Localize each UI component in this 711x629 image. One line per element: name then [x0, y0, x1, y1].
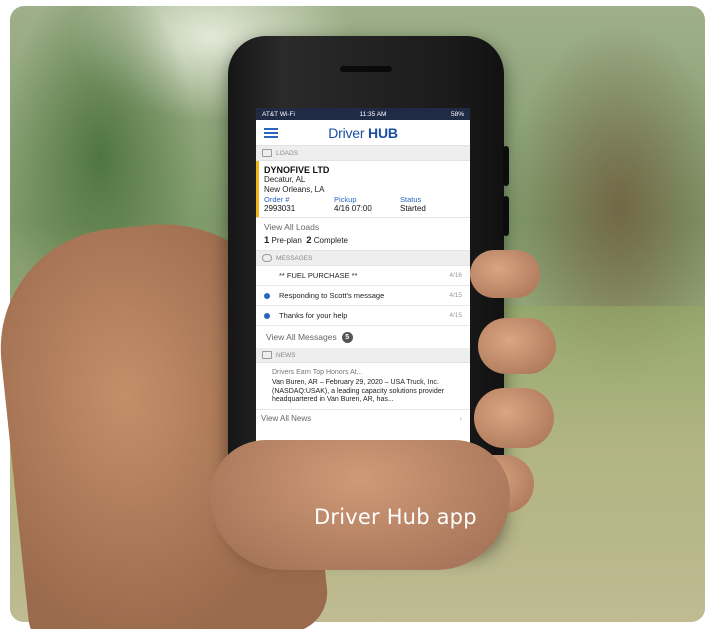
- view-all-news-link[interactable]: View All News: [261, 414, 311, 423]
- logo-text-bold: HUB: [368, 124, 398, 141]
- finger: [474, 388, 554, 448]
- order-label: Order #: [264, 195, 290, 204]
- phone-side-button: [503, 146, 509, 186]
- loads-summary: View All Loads 1 Pre-plan 2 Complete: [256, 218, 470, 251]
- complete-label: Complete: [313, 236, 349, 245]
- unread-dot-icon: [264, 273, 270, 279]
- hamburger-menu-icon[interactable]: [264, 128, 278, 138]
- chevron-right-icon: ›: [459, 414, 462, 423]
- news-section-label: NEWS: [276, 351, 296, 359]
- pickup-label: Pickup: [334, 195, 357, 204]
- finger: [478, 318, 556, 374]
- status-value: Started: [400, 204, 426, 213]
- loads-section-label: LOADS: [276, 149, 299, 157]
- message-date: 4/15: [449, 312, 462, 319]
- view-all-news-row[interactable]: View All News ›: [256, 410, 470, 428]
- load-counts: 1 Pre-plan 2 Complete: [264, 235, 462, 246]
- news-title: Drivers Earn Top Honors At...: [272, 369, 363, 376]
- clock-label: 11:35 AM: [359, 110, 387, 118]
- load-card[interactable]: DYNOFIVE LTD Decatur, AL New Orleans, LA…: [256, 161, 470, 218]
- unread-count-badge: 5: [341, 331, 353, 343]
- battery-label: 58%: [450, 110, 464, 118]
- message-row[interactable]: Responding to Scott's message 4/15: [256, 286, 470, 306]
- newspaper-icon: [262, 351, 272, 359]
- app-screen: AT&T Wi-Fi 11:35 AM 58% Driver HUB LOADS…: [256, 108, 470, 486]
- load-destination: New Orleans, LA: [264, 184, 325, 194]
- preplan-count: 1: [264, 235, 270, 246]
- status-bar: AT&T Wi-Fi 11:35 AM 58%: [256, 108, 470, 120]
- news-body: Van Buren, AR – February 29, 2020 – USA …: [272, 379, 444, 403]
- chat-bubble-icon: [262, 254, 272, 262]
- news-section-header: NEWS: [256, 348, 470, 363]
- message-date: 4/16: [449, 272, 462, 279]
- carrier-label: AT&T Wi-Fi: [262, 110, 295, 118]
- app-header: Driver HUB: [256, 120, 470, 146]
- phone-side-button: [503, 196, 509, 236]
- message-date: 4/15: [449, 292, 462, 299]
- messages-section-header: MESSAGES: [256, 251, 470, 266]
- truck-icon: [262, 149, 272, 157]
- message-text: Thanks for your help: [279, 311, 348, 320]
- view-all-messages-row[interactable]: View All Messages 5: [256, 326, 470, 348]
- phone-speaker: [340, 66, 392, 72]
- preplan-label: Pre-plan: [271, 236, 302, 245]
- view-all-messages-link[interactable]: View All Messages: [266, 332, 337, 342]
- message-text: ** FUEL PURCHASE **: [279, 271, 358, 280]
- message-row[interactable]: ** FUEL PURCHASE ** 4/16: [256, 266, 470, 286]
- message-row[interactable]: Thanks for your help 4/15: [256, 306, 470, 326]
- message-text: Responding to Scott's message: [279, 291, 385, 300]
- photo-caption: Driver Hub app: [314, 505, 477, 529]
- unread-dot-icon: [264, 312, 270, 319]
- load-company: DYNOFIVE LTD: [264, 165, 330, 175]
- messages-section-label: MESSAGES: [276, 254, 313, 262]
- status-label: Status: [400, 195, 422, 204]
- view-all-loads-link[interactable]: View All Loads: [264, 222, 462, 232]
- news-card[interactable]: Drivers Earn Top Honors At... Van Buren,…: [256, 363, 470, 410]
- finger: [470, 250, 540, 298]
- loads-section-header: LOADS: [256, 146, 470, 161]
- unread-dot-icon: [264, 292, 270, 299]
- logo-text-light: Driver: [328, 124, 365, 141]
- order-value: 2993031: [264, 204, 296, 213]
- complete-count: 2: [306, 235, 312, 246]
- driver-hub-logo: Driver HUB: [256, 125, 470, 141]
- pickup-value: 4/16 07:00: [334, 204, 372, 213]
- load-origin: Decatur, AL: [264, 175, 306, 184]
